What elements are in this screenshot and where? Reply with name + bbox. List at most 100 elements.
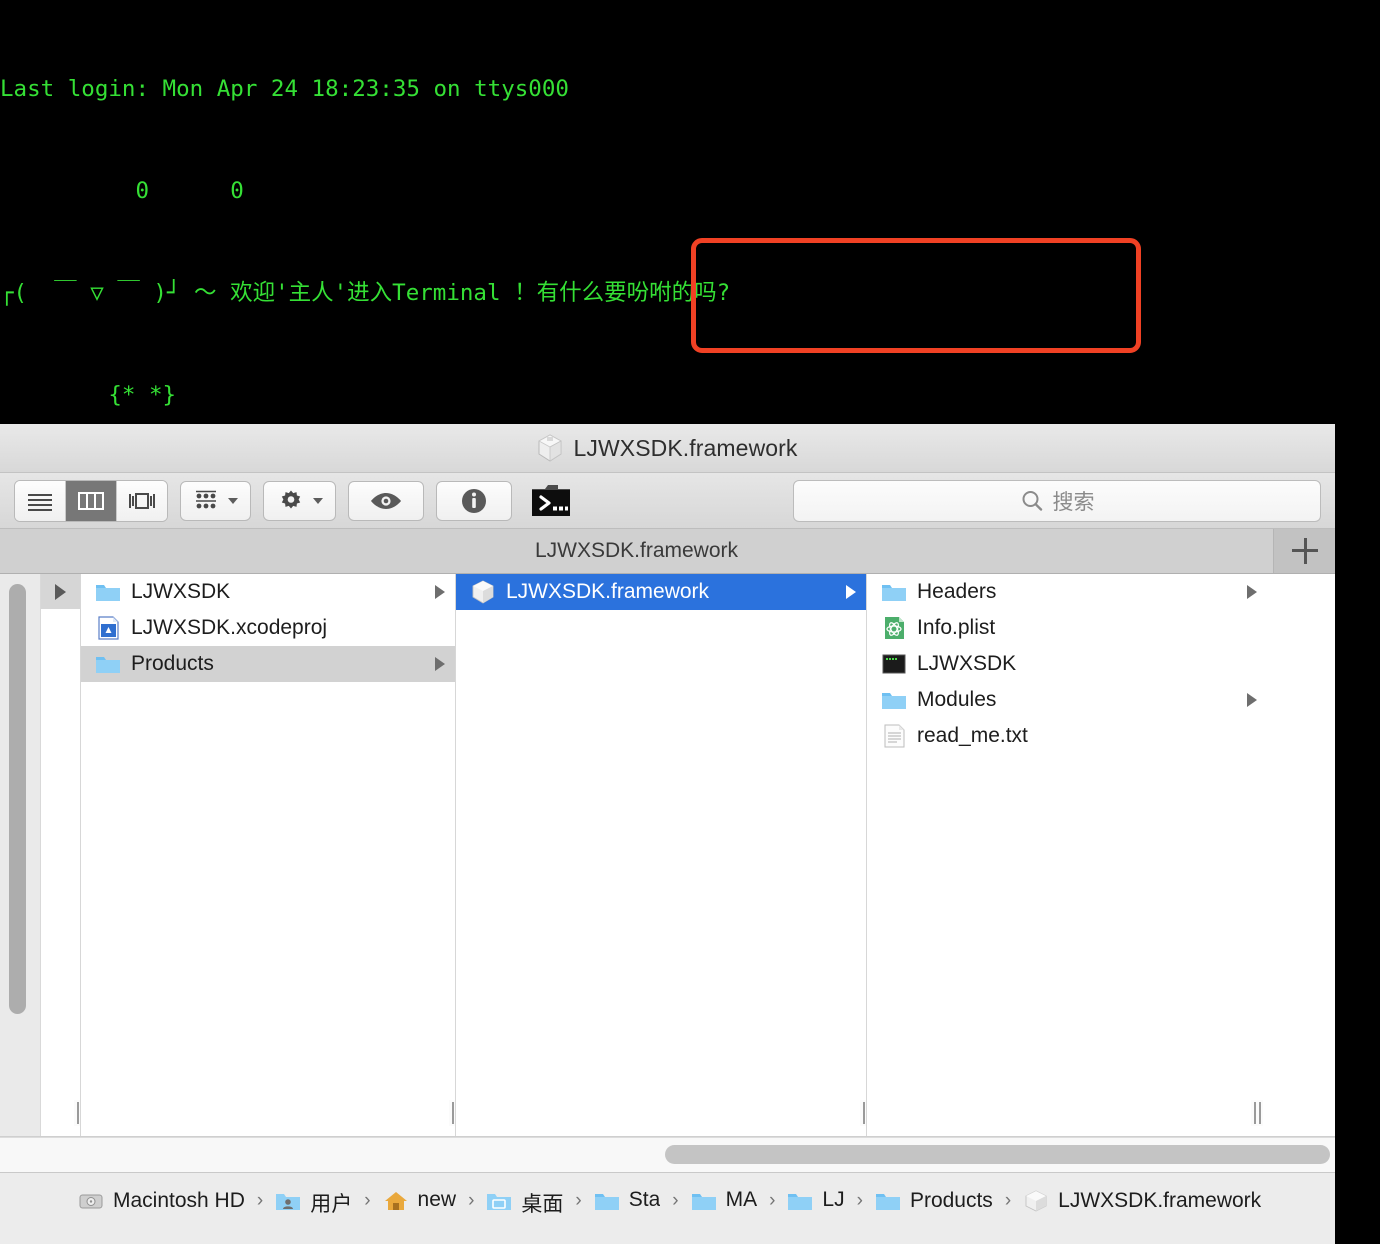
folder-icon [787, 1189, 813, 1213]
unix-exec-icon [881, 652, 907, 676]
column-1[interactable]: LJWXSDK LJWXSDK.xcodeproj [81, 574, 456, 1136]
ascii-eyes: 0 0 [0, 178, 244, 204]
breadcrumb-separator: › [364, 1190, 370, 1212]
breadcrumb-separator: › [575, 1190, 581, 1212]
framework-icon [537, 434, 563, 462]
list-view-button[interactable] [15, 481, 66, 521]
info-icon [459, 486, 489, 516]
column-1-resize-handle[interactable] [449, 1100, 456, 1126]
list-item[interactable]: Headers [867, 574, 1267, 610]
finder-titlebar[interactable]: LJWXSDK.framework [0, 424, 1335, 473]
finder-window-title: LJWXSDK.framework [573, 435, 797, 462]
quicklook-button[interactable] [348, 481, 424, 521]
column-3-resize-handle[interactable] [1251, 1100, 1263, 1126]
breadcrumb-item-lj[interactable]: LJ [787, 1188, 844, 1214]
breadcrumb-item-sta[interactable]: Sta [594, 1188, 661, 1214]
new-tab-button[interactable] [1274, 529, 1335, 573]
gear-icon [276, 487, 306, 515]
arrange-button[interactable] [180, 481, 251, 521]
ascii-greeting-line: ┌( ￣ ▽ ￣ )┘ ～ 欢迎'主人'进入Terminal ！有什么要吩咐的吗… [0, 276, 1380, 310]
folder-icon [594, 1189, 620, 1213]
arrange-icon [193, 489, 221, 513]
sidebar-scrollbar[interactable] [0, 574, 41, 1136]
list-icon [25, 489, 55, 513]
login-text: Last login: Mon Apr 24 18:23:35 on ttys0… [0, 76, 569, 102]
finder-toolbar[interactable]: 搜索 [0, 473, 1335, 529]
list-item-label: Info.plist [917, 616, 1257, 640]
ascii-mouth: {* *} [0, 382, 176, 408]
list-item[interactable]: read_me.txt [867, 718, 1267, 754]
open-in-terminal-button[interactable] [524, 481, 578, 521]
list-item-selected[interactable]: Products [81, 646, 455, 682]
breadcrumb-separator: › [672, 1190, 678, 1212]
finder-tabbar[interactable]: LJWXSDK.framework [0, 529, 1335, 574]
list-item[interactable]: LJWXSDK [81, 574, 455, 610]
breadcrumb-item-ljwxsdk-framework[interactable]: LJWXSDK.framework [1023, 1189, 1261, 1213]
breadcrumb-label: new [418, 1188, 457, 1214]
list-item[interactable]: LJWXSDK [867, 646, 1267, 682]
folder-icon [95, 652, 121, 676]
breadcrumb-item-users[interactable]: 用户 [275, 1188, 352, 1214]
chevron-down-icon-2 [313, 498, 323, 504]
disclosure-triangle-icon [846, 585, 856, 599]
view-mode-segmented-control[interactable] [14, 480, 168, 522]
column-0-disclosure[interactable] [41, 574, 80, 609]
column-2-resize-handle[interactable] [860, 1100, 867, 1126]
breadcrumb-item-ma[interactable]: MA [691, 1188, 758, 1214]
home-icon [383, 1189, 409, 1213]
columns-icon [76, 489, 106, 513]
column-view-button[interactable] [66, 481, 117, 521]
list-item-label: Modules [917, 688, 1237, 712]
terminal-login-line: Last login: Mon Apr 24 18:23:35 on ttys0… [0, 72, 1380, 106]
terminal-window[interactable]: Last login: Mon Apr 24 18:23:35 on ttys0… [0, 0, 1380, 420]
list-item[interactable]: Info.plist [867, 610, 1267, 646]
search-placeholder: 搜索 [1053, 486, 1095, 516]
info-button[interactable] [436, 481, 512, 521]
breadcrumb-label: LJ [822, 1188, 844, 1214]
terminal-folder-icon [528, 481, 574, 521]
list-item-selected[interactable]: LJWXSDK.framework [456, 574, 866, 610]
list-item-label: read_me.txt [917, 724, 1257, 748]
list-item[interactable]: Modules [867, 682, 1267, 718]
column-0-partial[interactable] [41, 574, 81, 1136]
list-item[interactable]: LJWXSDK.xcodeproj [81, 610, 455, 646]
column-3[interactable]: Headers Info.plist [867, 574, 1267, 1136]
sidebar-scroll-thumb[interactable] [9, 584, 26, 1014]
breadcrumb-item-macintosh-hd[interactable]: Macintosh HD [78, 1189, 245, 1213]
coverflow-view-button[interactable] [117, 481, 167, 521]
column-browser[interactable]: LJWXSDK LJWXSDK.xcodeproj [0, 574, 1335, 1137]
folder-icon [881, 580, 907, 604]
ascii-mouth-line: {* *} [0, 378, 1380, 412]
column-2-items: LJWXSDK.framework [456, 574, 866, 610]
xcodeproj-icon [95, 616, 121, 640]
folder-icon [691, 1189, 717, 1213]
ascii-greeting: 欢迎'主人'进入Terminal ！有什么要吩咐的吗? [230, 280, 730, 306]
search-field[interactable]: 搜索 [793, 480, 1321, 522]
breadcrumb-item-home[interactable]: new [383, 1188, 457, 1214]
breadcrumb-item-desktop[interactable]: 桌面 [486, 1188, 563, 1214]
breadcrumb-label: Products [910, 1189, 993, 1213]
finder-window[interactable]: LJWXSDK.framework [0, 424, 1335, 1244]
eye-icon [369, 489, 403, 513]
horizontal-scroll-thumb[interactable] [665, 1145, 1330, 1164]
framework-icon [470, 580, 496, 604]
breadcrumb-item-products[interactable]: Products [875, 1189, 993, 1213]
coverflow-icon [126, 489, 158, 513]
folder-icon [881, 688, 907, 712]
chevron-down-icon [228, 498, 238, 504]
breadcrumb[interactable]: Macintosh HD › 用户 › new › 桌面 [0, 1173, 1335, 1229]
horizontal-scrollbar[interactable] [0, 1137, 1335, 1173]
column-2[interactable]: LJWXSDK.framework [456, 574, 867, 1136]
breadcrumb-separator: › [257, 1190, 263, 1212]
action-button[interactable] [263, 481, 336, 521]
ascii-eyes-line: 0 0 [0, 174, 1380, 208]
breadcrumb-separator: › [769, 1190, 775, 1212]
breadcrumb-label: 用户 [310, 1188, 352, 1214]
list-item-label: Products [131, 652, 425, 676]
tab-ljwxsdk-framework[interactable]: LJWXSDK.framework [0, 529, 1274, 573]
list-item-label: Headers [917, 580, 1237, 604]
disclosure-triangle-icon [1247, 693, 1257, 707]
breadcrumb-separator: › [468, 1190, 474, 1212]
desktop-folder-icon [486, 1189, 512, 1213]
column-0-resize-handle[interactable] [74, 1100, 81, 1126]
